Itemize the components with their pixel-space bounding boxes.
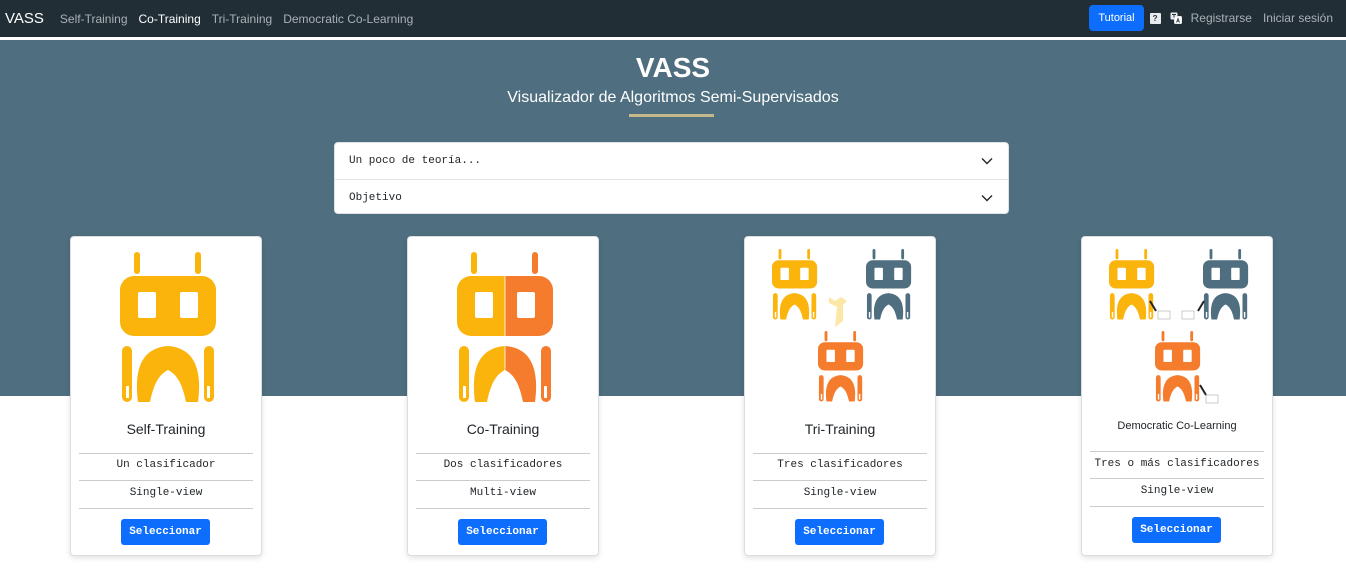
divider bbox=[79, 508, 253, 509]
divider bbox=[753, 453, 927, 454]
robot-illustration bbox=[772, 249, 912, 402]
divider bbox=[79, 480, 253, 481]
card-classifiers: Tres o más clasificadores bbox=[1094, 458, 1260, 470]
navbar-right-group: Tutorial ? Registrarse Iniciar sesión bbox=[1089, 5, 1333, 31]
question-icon[interactable]: ? bbox=[1149, 12, 1161, 24]
nav-link-self-training[interactable]: Self-Training bbox=[60, 12, 128, 26]
algorithm-card-self-training: Self-Training Un clasificador Single-vie… bbox=[70, 236, 262, 556]
card-classifiers: Tres clasificadores bbox=[777, 459, 903, 471]
card-view: Single-view bbox=[1140, 485, 1214, 497]
nav-link-co-training[interactable]: Co-Training bbox=[139, 12, 201, 26]
translate-icon[interactable] bbox=[1170, 12, 1182, 24]
robot-illustration bbox=[1109, 249, 1249, 404]
login-link[interactable]: Iniciar sesión bbox=[1263, 11, 1333, 25]
top-navbar: VASS Self-Training Co-Training Tri-Train… bbox=[0, 0, 1346, 37]
card-view: Single-view bbox=[803, 487, 877, 499]
accordion-item-objective[interactable]: Objetivo bbox=[335, 179, 1008, 215]
divider bbox=[416, 480, 590, 481]
robot-illustration bbox=[120, 252, 216, 402]
select-button[interactable]: Seleccionar bbox=[795, 519, 884, 545]
select-button[interactable]: Seleccionar bbox=[458, 519, 547, 545]
algorithm-card-co-training: Co-Training Dos clasificadores Multi-vie… bbox=[407, 236, 599, 556]
chevron-down-icon bbox=[981, 158, 993, 165]
accordion-item-theory[interactable]: Un poco de teoría... bbox=[335, 143, 1008, 179]
tutorial-button[interactable]: Tutorial bbox=[1089, 5, 1144, 31]
register-link[interactable]: Registrarse bbox=[1191, 11, 1252, 25]
divider bbox=[1090, 506, 1264, 507]
select-button[interactable]: Seleccionar bbox=[121, 519, 210, 545]
algorithm-card-democratic-co-learning: Democratic Co-Learning Tres o más clasif… bbox=[1081, 236, 1273, 556]
robot-illustration bbox=[457, 252, 553, 402]
accordion-label: Objetivo bbox=[349, 191, 402, 204]
divider bbox=[79, 453, 253, 454]
nav-link-tri-training[interactable]: Tri-Training bbox=[212, 12, 272, 26]
divider bbox=[753, 508, 927, 509]
card-title: Self-Training bbox=[126, 421, 206, 437]
card-view: Single-view bbox=[129, 487, 203, 499]
page-subtitle: Visualizador de Algoritmos Semi-Supervis… bbox=[507, 89, 839, 106]
card-title: Co-Training bbox=[466, 421, 540, 437]
page-title: VASS bbox=[635, 52, 711, 83]
divider bbox=[1090, 451, 1264, 452]
divider bbox=[1090, 478, 1264, 479]
card-view: Multi-view bbox=[469, 487, 536, 499]
accordion-label: Un poco de teoría... bbox=[349, 155, 482, 167]
select-button[interactable]: Seleccionar bbox=[1132, 517, 1221, 543]
nav-link-democratic-co-learning[interactable]: Democratic Co-Learning bbox=[283, 12, 413, 26]
divider bbox=[416, 508, 590, 509]
info-accordion: Un poco de teoría... Objetivo bbox=[334, 142, 1009, 214]
divider bbox=[416, 453, 590, 454]
card-classifiers: Un clasificador bbox=[116, 459, 216, 471]
card-title: Tri-Training bbox=[804, 421, 876, 437]
card-title: Democratic Co-Learning bbox=[1117, 420, 1237, 432]
brand-logo[interactable]: VASS bbox=[5, 10, 44, 27]
card-classifiers: Dos clasificadores bbox=[443, 459, 563, 471]
chevron-down-icon bbox=[981, 194, 993, 201]
algorithm-card-tri-training: Tri-Training Tres clasificadores Single-… bbox=[744, 236, 936, 556]
divider bbox=[753, 480, 927, 481]
title-underline bbox=[629, 114, 714, 117]
